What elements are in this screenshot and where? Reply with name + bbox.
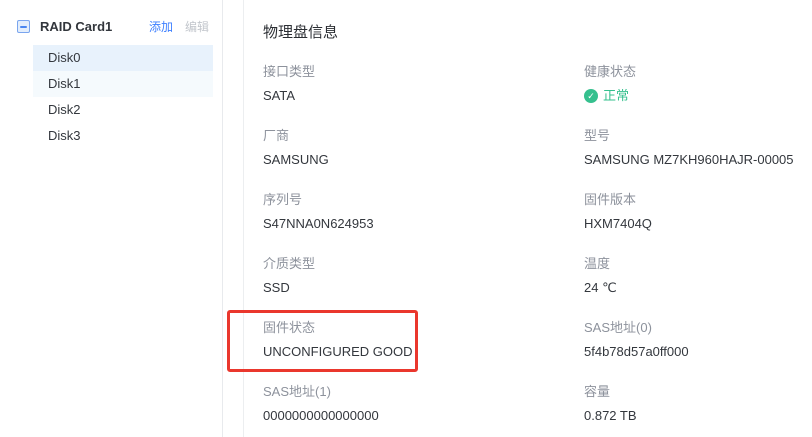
field-model: 型号 SAMSUNG MZ7KH960HAJR-00005	[584, 127, 812, 169]
field-value: SSD	[263, 279, 584, 297]
collapse-minus-icon[interactable]	[17, 20, 30, 33]
field-label: SAS地址(1)	[263, 383, 584, 401]
health-status-text: 正常	[603, 87, 629, 105]
field-label: 容量	[584, 383, 812, 401]
edit-button[interactable]: 编辑	[185, 18, 209, 35]
field-value: SAMSUNG	[263, 151, 584, 169]
page-title: 物理盘信息	[263, 22, 812, 43]
field-capacity: 容量 0.872 TB	[584, 383, 812, 425]
sidebar-item-disk2[interactable]: Disk2	[33, 97, 213, 123]
disk-info-grid: 接口类型 SATA 健康状态 ✓ 正常 厂商 SAMSUNG 型号 SAMSUN…	[263, 63, 812, 425]
sidebar-raid-tree: RAID Card1 添加 编辑 Disk0 Disk1 Disk2 Disk3	[0, 0, 223, 437]
field-value: UNCONFIGURED GOOD	[263, 343, 584, 361]
field-label: 介质类型	[263, 255, 584, 273]
field-value: HXM7404Q	[584, 215, 812, 233]
field-temperature: 温度 24 ℃	[584, 255, 812, 297]
field-firmware-state: 固件状态 UNCONFIGURED GOOD	[263, 319, 584, 361]
sidebar-item-disk3[interactable]: Disk3	[33, 123, 213, 149]
field-media-type: 介质类型 SSD	[263, 255, 584, 297]
field-label: 厂商	[263, 127, 584, 145]
field-label: 温度	[584, 255, 812, 273]
field-vendor: 厂商 SAMSUNG	[263, 127, 584, 169]
field-label: SAS地址(0)	[584, 319, 812, 337]
field-serial-number: 序列号 S47NNA0N624953	[263, 191, 584, 233]
field-label: 型号	[584, 127, 812, 145]
field-sas-address-1: SAS地址(1) 0000000000000000	[263, 383, 584, 425]
tree-node-raid-card1: RAID Card1 添加 编辑	[0, 0, 222, 35]
field-value: SATA	[263, 87, 584, 105]
field-value: 24 ℃	[584, 279, 812, 297]
field-health-status: 健康状态 ✓ 正常	[584, 63, 812, 105]
field-label: 固件版本	[584, 191, 812, 209]
disk-list: Disk0 Disk1 Disk2 Disk3	[0, 45, 222, 149]
physical-disk-info-panel: 物理盘信息 接口类型 SATA 健康状态 ✓ 正常 厂商 SAMSUNG 型号 …	[243, 0, 812, 437]
field-value: S47NNA0N624953	[263, 215, 584, 233]
sidebar-item-disk0[interactable]: Disk0	[33, 45, 213, 71]
check-circle-icon: ✓	[584, 89, 598, 103]
field-value: 5f4b78d57a0ff000	[584, 343, 812, 361]
field-value: SAMSUNG MZ7KH960HAJR-00005	[584, 151, 812, 169]
field-label: 接口类型	[263, 63, 584, 81]
field-value: 0000000000000000	[263, 407, 584, 425]
physical-disk-page: RAID Card1 添加 编辑 Disk0 Disk1 Disk2 Disk3…	[0, 0, 812, 437]
field-label: 序列号	[263, 191, 584, 209]
field-firmware-version: 固件版本 HXM7404Q	[584, 191, 812, 233]
field-label: 固件状态	[263, 319, 584, 337]
field-value: 0.872 TB	[584, 407, 812, 425]
field-sas-address-0: SAS地址(0) 5f4b78d57a0ff000	[584, 319, 812, 361]
tree-node-label: RAID Card1	[40, 19, 141, 34]
field-interface-type: 接口类型 SATA	[263, 63, 584, 105]
field-label: 健康状态	[584, 63, 812, 81]
health-status-value: ✓ 正常	[584, 87, 812, 105]
sidebar-item-disk1[interactable]: Disk1	[33, 71, 213, 97]
add-button[interactable]: 添加	[149, 18, 173, 35]
